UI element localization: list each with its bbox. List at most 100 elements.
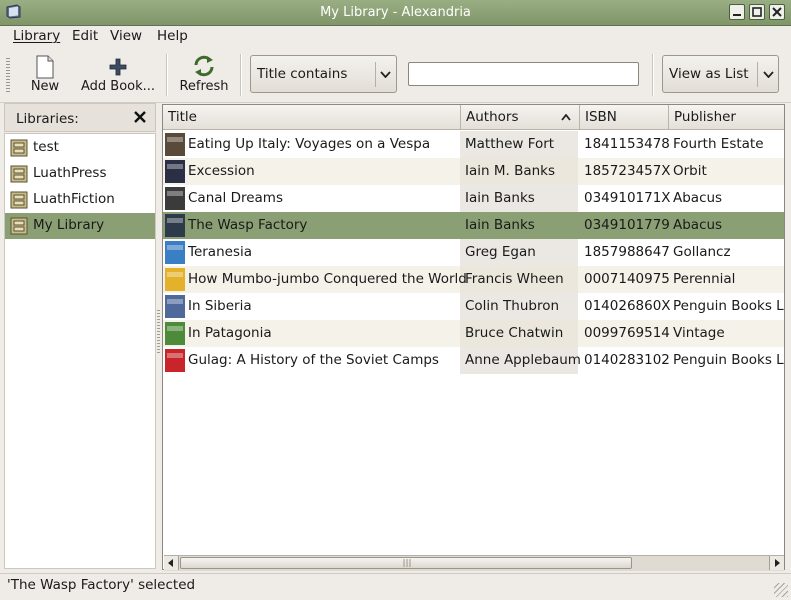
book-cover-thumbnail bbox=[165, 268, 185, 291]
combo-divider bbox=[375, 62, 376, 87]
cell-isbn: 0349101779 bbox=[584, 217, 670, 233]
search-input[interactable] bbox=[408, 62, 639, 86]
grip-icon bbox=[403, 559, 411, 567]
new-button-label: New bbox=[30, 79, 60, 94]
table-row[interactable]: Excession Iain M. Banks 185723457X Orbit bbox=[163, 158, 784, 185]
status-text: 'The Wasp Factory' selected bbox=[7, 577, 196, 593]
menu-library-label: Library bbox=[13, 28, 61, 44]
libraries-header: Libraries: bbox=[4, 103, 156, 132]
toolbar: New Add Book... Refresh Title contains V… bbox=[0, 48, 791, 103]
column-header-label: Authors bbox=[466, 109, 519, 125]
cell-title: Canal Dreams bbox=[188, 190, 283, 206]
book-cover-thumbnail bbox=[165, 349, 185, 372]
refresh-icon bbox=[194, 55, 214, 77]
menu-library[interactable]: Library bbox=[13, 28, 60, 44]
menu-help-label: Help bbox=[157, 28, 188, 44]
cell-isbn: 0099769514 bbox=[584, 325, 670, 341]
menu-bar: Library Edit View Help bbox=[0, 26, 791, 48]
library-item-luathfiction[interactable]: LuathFiction bbox=[5, 187, 155, 213]
scroll-left-button[interactable] bbox=[164, 556, 179, 570]
table-row[interactable]: How Mumbo-jumbo Conquered the World Franc… bbox=[163, 266, 784, 293]
arrow-left-icon bbox=[168, 559, 173, 567]
minimize-button[interactable] bbox=[729, 4, 745, 20]
library-item-luathpress[interactable]: LuathPress bbox=[5, 161, 155, 187]
resize-grip[interactable] bbox=[774, 583, 788, 597]
filter-type-value: Title contains bbox=[257, 66, 348, 82]
table-row[interactable]: Eating Up Italy: Voyages on a Vespa Matth… bbox=[163, 131, 784, 158]
library-cabinet-icon bbox=[10, 191, 28, 209]
column-header-title[interactable]: Title bbox=[163, 105, 461, 130]
book-cover-thumbnail bbox=[165, 295, 185, 318]
minimize-icon bbox=[733, 14, 741, 16]
filter-type-dropdown[interactable]: Title contains bbox=[250, 55, 397, 93]
cell-title: Gulag: A History of the Soviet Camps bbox=[188, 352, 439, 368]
cell-title: How Mumbo-jumbo Conquered the World bbox=[188, 271, 467, 287]
menu-edit[interactable]: Edit bbox=[72, 28, 98, 44]
cell-author: Iain M. Banks bbox=[465, 163, 556, 179]
book-cover-thumbnail bbox=[165, 133, 185, 156]
add-book-button-label: Add Book... bbox=[80, 79, 156, 94]
combo-divider bbox=[757, 62, 758, 87]
table-row[interactable]: The Wasp Factory Iain Banks 0349101779 Abac… bbox=[163, 212, 784, 239]
column-header-isbn[interactable]: ISBN bbox=[580, 105, 669, 130]
cell-title: In Patagonia bbox=[188, 325, 272, 341]
table-row[interactable]: In Siberia Colin Thubron 014026860X Penguin… bbox=[163, 293, 784, 320]
library-name: LuathFiction bbox=[33, 191, 115, 207]
pane-splitter[interactable] bbox=[157, 310, 160, 355]
maximize-icon bbox=[752, 7, 762, 17]
view-mode-dropdown[interactable]: View as List bbox=[662, 55, 779, 93]
maximize-button[interactable] bbox=[749, 4, 765, 20]
refresh-button[interactable]: Refresh bbox=[176, 52, 232, 98]
toolbar-separator bbox=[240, 54, 242, 96]
sort-ascending-icon bbox=[561, 114, 571, 121]
book-cover-thumbnail bbox=[165, 241, 185, 264]
toolbar-grip[interactable] bbox=[6, 58, 10, 92]
column-header-label: Publisher bbox=[674, 109, 736, 125]
new-document-icon bbox=[36, 55, 54, 79]
column-header-label: ISBN bbox=[585, 109, 617, 125]
cell-title: Eating Up Italy: Voyages on a Vespa bbox=[188, 136, 431, 152]
cell-isbn: 1841153478 bbox=[584, 136, 670, 152]
new-button[interactable]: New bbox=[22, 52, 68, 98]
scroll-right-button[interactable] bbox=[769, 556, 784, 570]
cell-publisher: Perennial bbox=[673, 271, 736, 287]
menu-help[interactable]: Help bbox=[157, 28, 188, 44]
title-bar[interactable]: My Library - Alexandria bbox=[0, 0, 791, 26]
table-row[interactable]: Gulag: A History of the Soviet Camps Anne… bbox=[163, 347, 784, 374]
cell-title: Teranesia bbox=[188, 244, 252, 260]
cell-author: Anne Applebaum bbox=[465, 352, 581, 368]
library-name: test bbox=[33, 139, 59, 155]
cell-author: Greg Egan bbox=[465, 244, 536, 260]
book-cover-thumbnail bbox=[165, 322, 185, 345]
library-item-test[interactable]: test bbox=[5, 135, 155, 161]
close-pane-icon[interactable] bbox=[133, 110, 147, 124]
library-item-my-library[interactable]: My Library bbox=[5, 213, 155, 239]
scrollbar-thumb[interactable] bbox=[180, 557, 632, 569]
cell-isbn: 034910171X bbox=[584, 190, 671, 206]
cell-publisher: Fourth Estate bbox=[673, 136, 764, 152]
window-title: My Library - Alexandria bbox=[320, 5, 471, 20]
cell-publisher: Gollancz bbox=[673, 244, 731, 260]
column-header-authors[interactable]: Authors bbox=[461, 105, 580, 130]
table-row[interactable]: In Patagonia Bruce Chatwin 0099769514 Vinta… bbox=[163, 320, 784, 347]
cell-author: Colin Thubron bbox=[465, 298, 560, 314]
library-cabinet-icon bbox=[10, 217, 28, 235]
library-cabinet-icon bbox=[10, 139, 28, 157]
add-book-button[interactable]: Add Book... bbox=[78, 52, 158, 98]
column-header-publisher[interactable]: Publisher bbox=[669, 105, 784, 130]
close-window-button[interactable] bbox=[769, 4, 785, 20]
table-row[interactable]: Canal Dreams Iain Banks 034910171X Abacus bbox=[163, 185, 784, 212]
cell-author: Iain Banks bbox=[465, 217, 535, 233]
books-table: Title Authors ISBN Publisher Eating Up I… bbox=[162, 104, 785, 570]
cell-publisher: Orbit bbox=[673, 163, 707, 179]
libraries-pane: Libraries: test LuathPress LuathFiction … bbox=[4, 103, 156, 569]
horizontal-scrollbar[interactable] bbox=[164, 555, 784, 571]
cell-title: In Siberia bbox=[188, 298, 252, 314]
menu-view[interactable]: View bbox=[110, 28, 142, 44]
cell-isbn: 0007140975 bbox=[584, 271, 670, 287]
cell-title: The Wasp Factory bbox=[188, 217, 308, 233]
cell-publisher: Abacus bbox=[673, 190, 723, 206]
chevron-down-icon bbox=[763, 71, 774, 78]
book-cover-thumbnail bbox=[165, 187, 185, 210]
table-row[interactable]: Teranesia Greg Egan 1857988647 Gollancz bbox=[163, 239, 784, 266]
